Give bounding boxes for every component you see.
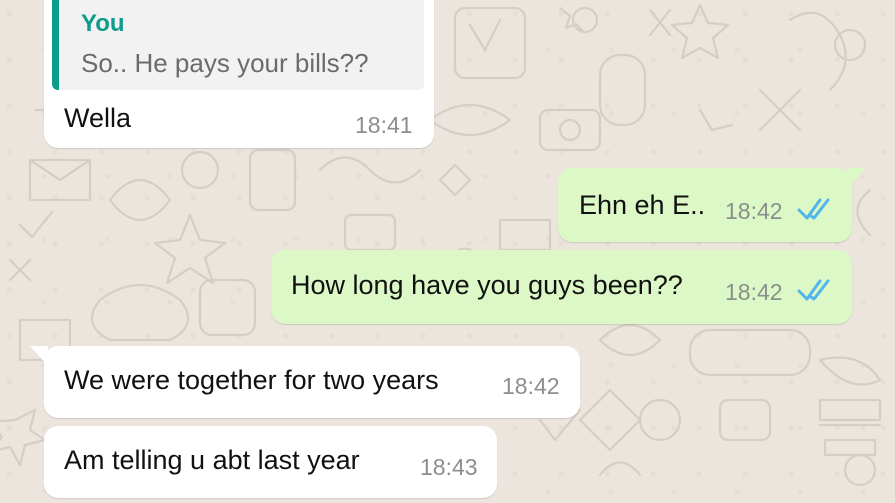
message-text: We were together for two years bbox=[64, 365, 439, 395]
bubble-tail bbox=[848, 168, 866, 188]
message-text: Wella bbox=[64, 103, 132, 133]
quoted-reply[interactable]: You So.. He pays your bills?? bbox=[52, 0, 424, 90]
double-check-icon bbox=[797, 198, 830, 220]
message-outgoing[interactable]: How long have you guys been?? 18:42 bbox=[271, 250, 852, 324]
message-time: 18:42 bbox=[725, 198, 783, 224]
message-time: 18:43 bbox=[420, 454, 478, 480]
message-outgoing[interactable]: Ehn eh E.. 18:42 bbox=[558, 168, 866, 242]
double-check-icon bbox=[797, 279, 830, 301]
message-incoming[interactable]: Am telling u abt last year 18:43 bbox=[44, 426, 497, 498]
message-incoming[interactable]: We were together for two years 18:42 bbox=[30, 346, 580, 418]
quoted-author: You bbox=[81, 10, 125, 37]
message-incoming-quoted[interactable]: You So.. He pays your bills?? Wella 18:4… bbox=[44, 0, 434, 148]
message-text: Am telling u abt last year bbox=[64, 445, 360, 475]
quote-accent-bar bbox=[52, 0, 59, 90]
message-text: How long have you guys been?? bbox=[291, 270, 683, 300]
message-text: Ehn eh E.. bbox=[579, 190, 706, 220]
bubble-tail bbox=[30, 346, 48, 366]
message-time: 18:42 bbox=[502, 373, 560, 399]
quoted-text: So.. He pays your bills?? bbox=[81, 48, 369, 78]
message-time: 18:41 bbox=[355, 112, 413, 138]
message-time: 18:42 bbox=[725, 279, 783, 305]
